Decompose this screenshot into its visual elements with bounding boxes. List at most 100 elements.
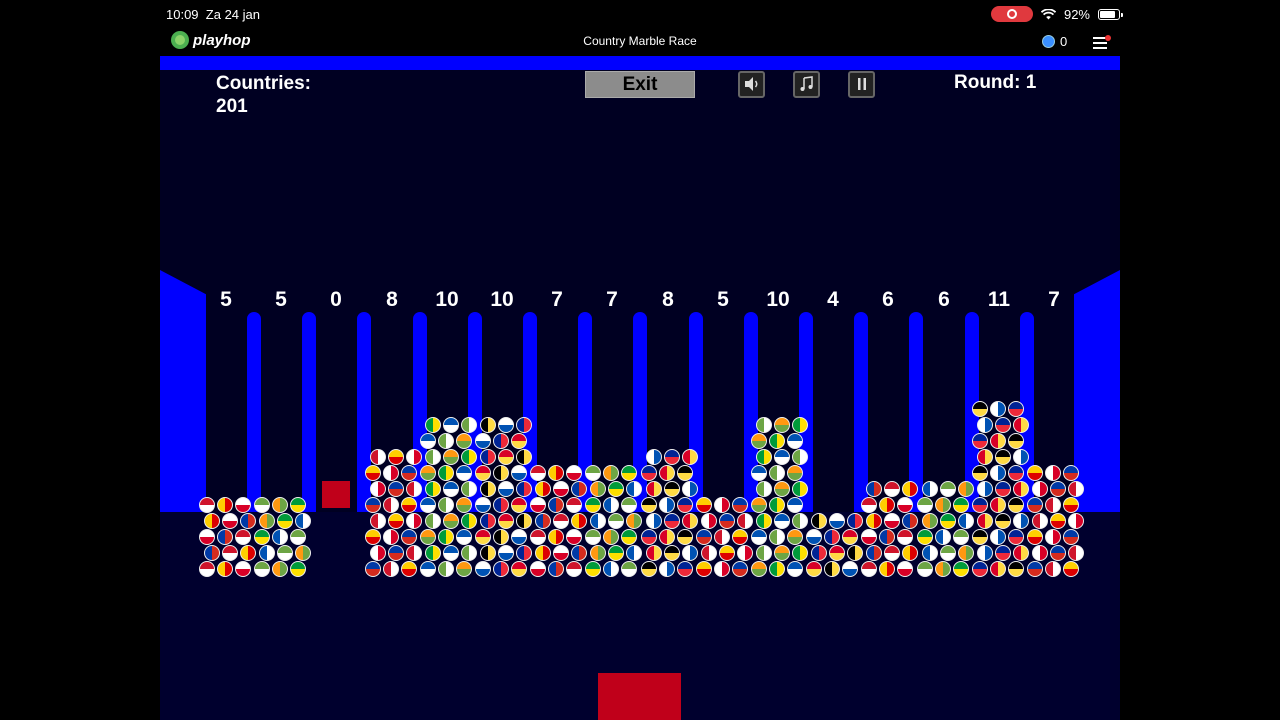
country-flag-marble bbox=[603, 497, 619, 513]
country-flag-marble bbox=[370, 481, 386, 497]
country-flag-marble bbox=[677, 561, 693, 577]
country-flag-marble bbox=[626, 513, 642, 529]
country-flag-marble bbox=[516, 513, 532, 529]
bin-divider bbox=[744, 312, 758, 512]
pause-icon[interactable] bbox=[848, 71, 875, 98]
country-flag-marble bbox=[516, 417, 532, 433]
country-flag-marble bbox=[1008, 433, 1024, 449]
menu-icon[interactable] bbox=[1093, 35, 1111, 49]
bin-count: 6 bbox=[882, 288, 894, 311]
country-flag-marble bbox=[456, 529, 472, 545]
country-flag-marble bbox=[456, 561, 472, 577]
country-flag-marble bbox=[461, 481, 477, 497]
country-flag-marble bbox=[254, 561, 270, 577]
country-flag-marble bbox=[806, 529, 822, 545]
country-flag-marble bbox=[866, 481, 882, 497]
country-flag-marble bbox=[990, 433, 1006, 449]
country-flag-marble bbox=[792, 513, 808, 529]
country-flag-marble bbox=[751, 497, 767, 513]
country-flag-marble bbox=[1050, 481, 1066, 497]
country-flag-marble bbox=[240, 545, 256, 561]
country-flag-marble bbox=[222, 513, 238, 529]
country-flag-marble bbox=[277, 545, 293, 561]
country-flag-marble bbox=[646, 545, 662, 561]
bin-count: 5 bbox=[717, 288, 729, 311]
country-flag-marble bbox=[548, 529, 564, 545]
country-flag-marble bbox=[240, 513, 256, 529]
country-flag-marble bbox=[603, 529, 619, 545]
country-flag-marble bbox=[714, 529, 730, 545]
country-flag-marble bbox=[811, 545, 827, 561]
country-flag-marble bbox=[714, 561, 730, 577]
country-flag-marble bbox=[235, 561, 251, 577]
coin-icon bbox=[1042, 35, 1055, 48]
country-flag-marble bbox=[977, 449, 993, 465]
game-canvas[interactable]: Countries: 201 Exit Round: 1 5 5 0 8 10 10 7 7 8… bbox=[160, 56, 1120, 720]
country-flag-marble bbox=[1027, 497, 1043, 513]
country-flag-marble bbox=[498, 545, 514, 561]
country-flag-marble bbox=[1013, 417, 1029, 433]
country-flag-marble bbox=[1045, 561, 1061, 577]
screen-record-icon[interactable] bbox=[990, 6, 1033, 22]
bin-count: 10 bbox=[435, 288, 459, 311]
country-flag-marble bbox=[641, 561, 657, 577]
country-flag-marble bbox=[917, 529, 933, 545]
country-flag-marble bbox=[769, 529, 785, 545]
exit-button[interactable]: Exit bbox=[585, 71, 695, 98]
country-flag-marble bbox=[1050, 513, 1066, 529]
country-flag-marble bbox=[566, 561, 582, 577]
country-flag-marble bbox=[737, 545, 753, 561]
country-flag-marble bbox=[719, 545, 735, 561]
country-flag-marble bbox=[719, 513, 735, 529]
country-flag-marble bbox=[498, 513, 514, 529]
bin-count: 11 bbox=[987, 288, 1011, 311]
country-flag-marble bbox=[535, 481, 551, 497]
country-flag-marble bbox=[456, 465, 472, 481]
country-flag-marble bbox=[879, 497, 895, 513]
country-flag-marble bbox=[842, 529, 858, 545]
country-flag-marble bbox=[751, 433, 767, 449]
country-flag-marble bbox=[259, 513, 275, 529]
country-flag-marble bbox=[677, 465, 693, 481]
country-flag-marble bbox=[511, 529, 527, 545]
country-flag-marble bbox=[443, 417, 459, 433]
country-flag-marble bbox=[493, 433, 509, 449]
country-flag-marble bbox=[511, 433, 527, 449]
country-flag-marble bbox=[824, 529, 840, 545]
country-flag-marble bbox=[990, 561, 1006, 577]
country-flag-marble bbox=[1027, 561, 1043, 577]
country-flag-marble bbox=[953, 561, 969, 577]
country-flag-marble bbox=[787, 465, 803, 481]
country-flag-marble bbox=[972, 529, 988, 545]
wifi-icon bbox=[1040, 8, 1056, 19]
country-flag-marble bbox=[792, 545, 808, 561]
bin-count: 8 bbox=[662, 288, 674, 311]
country-flag-marble bbox=[902, 545, 918, 561]
coin-balance[interactable]: 0 bbox=[1042, 34, 1067, 49]
country-flag-marble bbox=[677, 497, 693, 513]
country-flag-marble bbox=[664, 545, 680, 561]
country-flag-marble bbox=[990, 401, 1006, 417]
country-flag-marble bbox=[498, 481, 514, 497]
music-note-icon[interactable] bbox=[793, 71, 820, 98]
country-flag-marble bbox=[995, 417, 1011, 433]
country-flag-marble bbox=[608, 481, 624, 497]
country-flag-marble bbox=[566, 497, 582, 513]
country-flag-marble bbox=[995, 449, 1011, 465]
status-time-date: 10:09 Za 24 jan bbox=[166, 7, 260, 22]
country-flag-marble bbox=[603, 561, 619, 577]
speaker-icon[interactable] bbox=[738, 71, 765, 98]
country-flag-marble bbox=[621, 497, 637, 513]
country-flag-marble bbox=[621, 561, 637, 577]
country-flag-marble bbox=[222, 545, 238, 561]
country-flag-marble bbox=[756, 481, 772, 497]
country-flag-marble bbox=[553, 481, 569, 497]
country-flag-marble bbox=[553, 545, 569, 561]
country-flag-marble bbox=[383, 529, 399, 545]
country-flag-marble bbox=[383, 497, 399, 513]
country-flag-marble bbox=[664, 481, 680, 497]
country-flag-marble bbox=[897, 529, 913, 545]
country-flag-marble bbox=[769, 433, 785, 449]
country-flag-marble bbox=[732, 497, 748, 513]
country-flag-marble bbox=[370, 449, 386, 465]
